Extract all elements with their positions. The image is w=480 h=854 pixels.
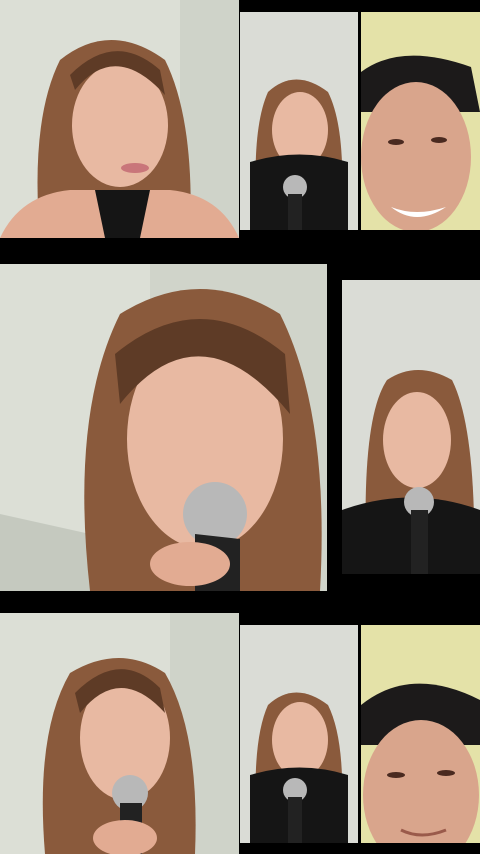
video-frame-woman-6 [240,625,358,843]
video-frame-man-2 [361,625,480,843]
video-frame-woman-2 [240,12,358,230]
video-frame-man-1 [361,12,480,230]
video-frame-woman-5 [0,613,239,854]
video-frame-woman-4 [342,280,480,574]
video-frame-woman-3-large [0,264,327,591]
video-frame-woman-1 [0,0,239,238]
